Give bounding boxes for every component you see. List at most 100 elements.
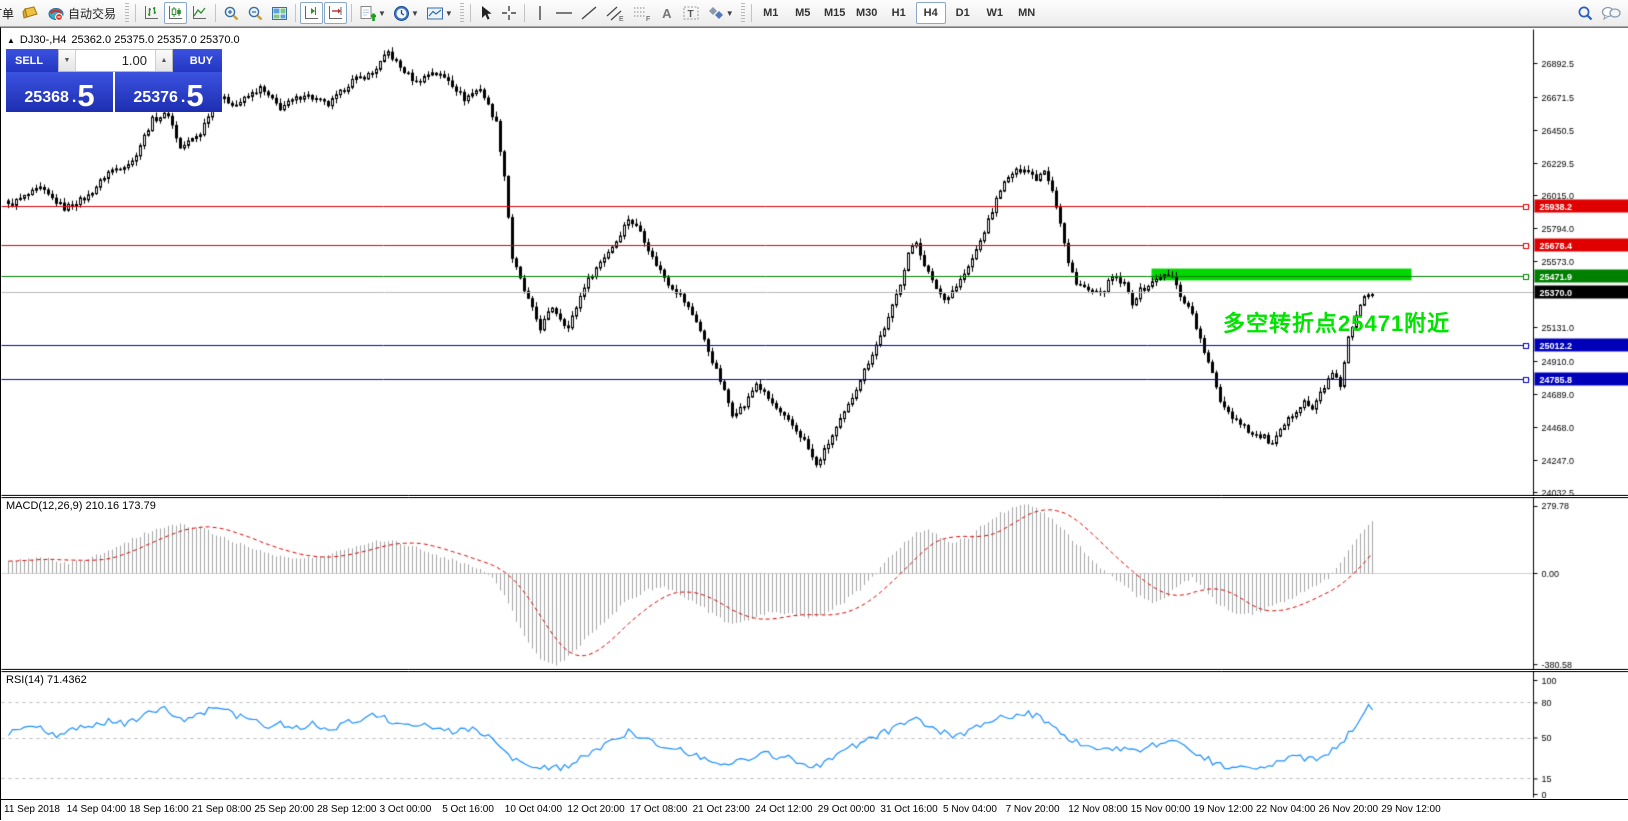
dropdown-caret-icon: ▼ [378,9,386,18]
chart-annotation: 多空转折点25471附近 [1223,306,1450,338]
buy-price-main: 25376 [133,90,178,106]
search-button[interactable] [1574,2,1597,24]
time-axis: 11 Sep 201814 Sep 04:0018 Sep 16:0021 Se… [1,799,1628,821]
channel-button[interactable]: E [602,2,628,24]
volume-decrease-button[interactable]: ▼ [59,50,76,71]
main-toolbar: 订单 自动交易 ▼ ▼ ▼ [0,0,1628,27]
rsi-chart-canvas[interactable] [1,671,1628,798]
svg-text:E: E [619,16,624,22]
time-axis-label: 12 Nov 08:00 [1068,804,1128,815]
time-axis-label: 17 Oct 08:00 [630,804,687,815]
time-axis-label: 19 Nov 12:00 [1193,804,1253,815]
volume-input[interactable] [76,50,155,71]
dropdown-caret-icon: ▼ [411,9,419,18]
time-axis-label: 15 Nov 00:00 [1131,804,1191,815]
chart-shift-icon [303,5,320,21]
add-indicator-icon [359,5,377,22]
fibonacci-icon: F [632,5,652,22]
timeframe-button-m30[interactable]: M30 [852,2,882,24]
timeframe-button-h4[interactable]: H4 [916,2,946,24]
horizontal-line-icon [555,8,573,18]
time-axis-label: 5 Oct 16:00 [442,804,494,815]
text-label-icon: T [682,5,700,21]
buy-button[interactable]: BUY [173,49,222,72]
autotrading-label: 自动交易 [68,5,116,22]
timeframe-button-m1[interactable]: M1 [756,2,786,24]
rsi-panel: RSI(14) 71.4362 [1,671,1628,798]
dropdown-caret-icon: ▼ [726,9,734,18]
gold-button[interactable] [18,2,42,24]
trendline-icon [580,5,598,21]
timeframe-button-m5[interactable]: M5 [788,2,818,24]
line-chart-icon [191,5,208,21]
timeframe-button-d1[interactable]: D1 [948,2,978,24]
bar-chart-button[interactable] [140,2,163,24]
time-axis-label: 29 Oct 00:00 [818,804,875,815]
auto-scroll-button[interactable] [324,2,347,24]
time-axis-label: 24 Oct 12:00 [755,804,812,815]
text-button[interactable]: A [656,2,678,24]
timeframe-button-w1[interactable]: W1 [980,2,1010,24]
time-axis-label: 26 Nov 20:00 [1319,804,1379,815]
time-axis-label: 28 Sep 12:00 [317,804,377,815]
line-chart-button[interactable] [188,2,211,24]
horizontal-line-button[interactable] [552,2,576,24]
timeframe-button-mn[interactable]: MN [1012,2,1042,24]
timeframe-button-h1[interactable]: H1 [884,2,914,24]
time-axis-label: 12 Oct 20:00 [567,804,624,815]
add-indicator-button[interactable]: ▼ [356,2,389,24]
sell-button[interactable]: SELL [6,49,58,72]
macd-chart-canvas[interactable] [1,497,1628,670]
arrows-icon [707,5,725,21]
autotrading-button[interactable]: 自动交易 [43,2,121,24]
buy-price-button[interactable]: 25376.5 [115,72,222,112]
candlestick-chart-button[interactable] [164,2,187,24]
tile-windows-button[interactable] [268,2,291,24]
time-axis-label: 29 Nov 12:00 [1381,804,1441,815]
zoom-out-button[interactable] [244,2,267,24]
time-axis-label: 21 Sep 08:00 [192,804,252,815]
chart-title-ohlc: 25362.0 25375.0 25357.0 25370.0 [71,34,239,46]
trendline-button[interactable] [577,2,601,24]
sell-price-main: 25368 [24,90,69,106]
sell-price-dot: . [72,90,76,106]
chart-shift-button[interactable] [300,2,323,24]
autotrading-icon [48,6,64,21]
zoom-in-button[interactable] [220,2,243,24]
new-order-button[interactable]: 订单 [0,2,17,24]
time-axis-label: 31 Oct 16:00 [880,804,937,815]
auto-scroll-icon [327,5,344,21]
cursor-button[interactable] [475,2,497,24]
time-axis-label: 11 Sep 2018 [4,804,60,815]
chat-icon [1601,5,1621,21]
time-axis-label: 3 Oct 00:00 [380,804,432,815]
time-axis-label: 25 Sep 20:00 [254,804,314,815]
time-axis-label: 7 Nov 20:00 [1006,804,1060,815]
crosshair-button[interactable] [498,2,520,24]
macd-label: MACD(12,26,9) 210.16 173.79 [6,500,156,512]
volume-increase-button[interactable]: ▲ [155,50,172,71]
timeframe-button-m15[interactable]: M15 [820,2,850,24]
text-label-button[interactable]: T [679,2,703,24]
time-axis-label: 14 Sep 04:00 [67,804,127,815]
vertical-line-icon [535,5,545,21]
sell-price-big-digit: 5 [77,83,94,109]
crosshair-icon [501,5,517,21]
sell-price-button[interactable]: 25368.5 [6,72,113,112]
template-button[interactable]: ▼ [423,2,456,24]
price-panel: ▲ DJ30-,H4 25362.0 25375.0 25357.0 25370… [1,29,1628,496]
symbol-marker-icon: ▲ [7,36,15,45]
rsi-label: RSI(14) 71.4362 [6,674,87,686]
chat-button[interactable] [1598,2,1624,24]
vertical-line-button[interactable] [529,2,551,24]
periods-button[interactable]: ▼ [390,2,422,24]
zoom-in-icon [223,5,240,22]
arrows-button[interactable]: ▼ [704,2,737,24]
price-chart-canvas[interactable] [1,29,1628,496]
macd-panel: MACD(12,26,9) 210.16 173.79 [1,497,1628,670]
zoom-out-icon [247,5,264,22]
svg-text:F: F [646,16,650,22]
fibonacci-button[interactable]: F [629,2,655,24]
volume-spinner: ▼ ▲ [58,49,173,72]
bar-chart-icon [143,5,160,21]
